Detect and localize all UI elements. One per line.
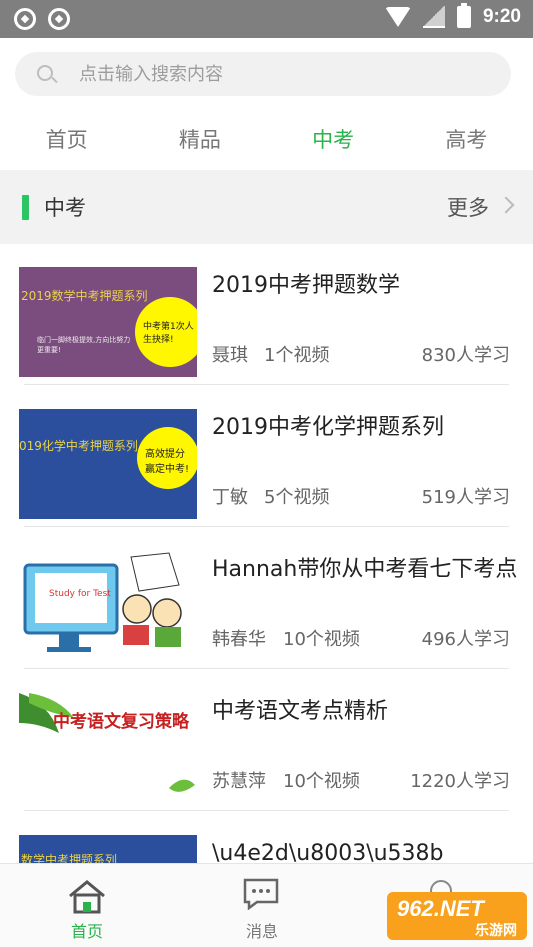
svg-text:中考语文复习策略: 中考语文复习策略 (53, 711, 190, 732)
course-item[interactable]: 中考语文复习策略 中考语文考点精析 苏慧萍 10个视频 1220人学习 (0, 693, 533, 835)
course-author: 丁敏 (212, 487, 248, 508)
tab-featured[interactable]: 精品 (133, 112, 266, 168)
course-title[interactable]: \u4e2d\u8003\u538b (212, 841, 444, 863)
nav-messages-label: 消息 (245, 922, 278, 941)
app-notification-icon (48, 8, 70, 30)
course-author: 苏慧萍 (212, 771, 266, 792)
thumbnail-banner: 2019数学中考押题系列 (21, 289, 148, 303)
signal-icon (422, 6, 445, 28)
section-accent-bar (22, 195, 29, 220)
home-icon (69, 880, 105, 914)
course-learners: 830人学习 (421, 345, 510, 366)
thumbnail-banner: 019化学中考押题系列 (19, 439, 138, 453)
status-bar: 9:20 (0, 0, 533, 38)
nav-home-label: 首页 (70, 922, 103, 941)
search-bar[interactable] (15, 52, 511, 96)
divider (24, 668, 509, 669)
battery-icon (456, 3, 471, 28)
divider (24, 384, 509, 385)
chevron-right-icon[interactable] (497, 196, 515, 214)
course-title[interactable]: Hannah带你从中考看七下考点 (212, 551, 517, 583)
search-icon (37, 65, 53, 81)
more-link[interactable]: 更多 (447, 192, 489, 222)
section-title: 中考 (44, 196, 86, 220)
course-item[interactable]: Study for Test Hannah带你从中考看七下考点 韩春华 10个视… (0, 551, 533, 693)
tab-gaokao[interactable]: 高考 (400, 112, 533, 168)
nav-home[interactable]: 首页 (22, 864, 152, 947)
course-learners: 519人学习 (421, 487, 510, 508)
search-input[interactable] (79, 52, 479, 96)
course-title[interactable]: 2019中考押题数学 (212, 267, 400, 299)
status-time: 9:20 (482, 6, 521, 27)
svg-text:Study for Test: Study for Test (49, 589, 111, 599)
wifi-icon (384, 7, 411, 27)
leaf-illustration: 中考语文复习策略 (19, 693, 195, 792)
course-thumbnail: 数学中考押题系列 (19, 835, 197, 863)
divider (24, 810, 509, 811)
course-thumbnail: 中考语文复习策略 (19, 693, 197, 803)
course-thumbnail: 019化学中考押题系列 高效提分赢定中考! (19, 409, 197, 519)
thumbnail-note: 临门一脚终极提效,方向比努力更重要! (37, 336, 131, 354)
watermark-logo: 962.NET 乐游网 (387, 892, 527, 940)
course-video-count: 1个视频 (264, 345, 330, 366)
message-icon (243, 878, 279, 910)
course-author: 聂琪 (212, 345, 248, 366)
course-thumbnail: 2019数学中考押题系列 中考第1次人生抉择! 临门一脚终极提效,方向比努力更重… (19, 267, 197, 377)
course-item[interactable]: 2019数学中考押题系列 中考第1次人生抉择! 临门一脚终极提效,方向比努力更重… (0, 267, 533, 409)
course-video-count: 10个视频 (283, 629, 360, 650)
section-header: 中考 更多 (0, 170, 533, 244)
course-item[interactable]: 019化学中考押题系列 高效提分赢定中考! 2019中考化学押题系列 丁敏 5个… (0, 409, 533, 551)
course-title[interactable]: 2019中考化学押题系列 (212, 409, 444, 441)
course-video-count: 10个视频 (283, 771, 360, 792)
course-learners: 1220人学习 (410, 771, 510, 792)
course-thumbnail: Study for Test (19, 551, 197, 661)
app-notification-icon (14, 8, 36, 30)
course-learners: 496人学习 (421, 629, 510, 650)
divider (24, 526, 509, 527)
tab-home[interactable]: 首页 (0, 112, 133, 168)
tab-zhongkao[interactable]: 中考 (267, 112, 400, 168)
course-author: 韩春华 (212, 629, 266, 650)
nav-messages[interactable]: 消息 (197, 864, 327, 947)
course-title[interactable]: 中考语文考点精析 (212, 693, 388, 725)
thumbnail-badge: 高效提分赢定中考! (137, 427, 197, 489)
thumbnail-banner: 数学中考押题系列 (21, 853, 118, 863)
category-tabs: 首页 精品 中考 高考 (0, 112, 533, 168)
thumbnail-badge: 中考第1次人生抉择! (135, 297, 197, 367)
classroom-illustration: Study for Test (23, 552, 182, 652)
course-video-count: 5个视频 (264, 487, 330, 508)
course-item[interactable]: 数学中考押题系列 \u4e2d\u8003\u538b (0, 835, 533, 863)
